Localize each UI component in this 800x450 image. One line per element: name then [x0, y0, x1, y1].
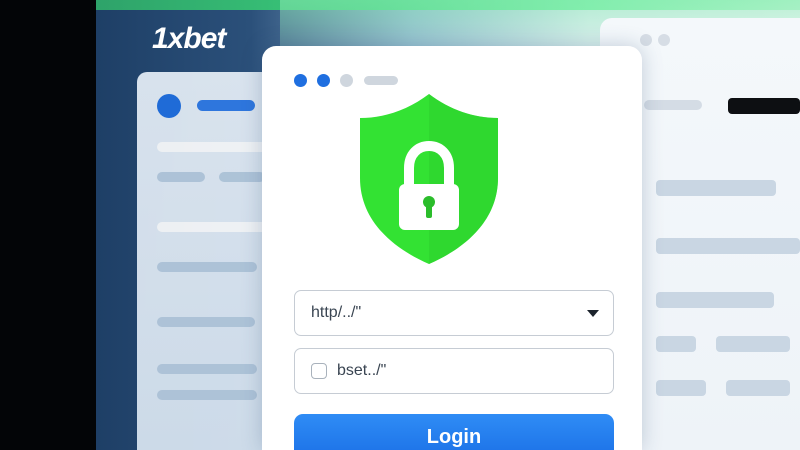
placeholder-dark-bar	[728, 98, 800, 114]
brand-logo: 1xbet	[152, 22, 226, 55]
username-field[interactable]: bset../"	[294, 348, 614, 394]
login-card: http/../" bset../" Login	[262, 46, 642, 450]
placeholder-line	[656, 292, 774, 308]
placeholder-line	[157, 317, 255, 327]
placeholder-line	[157, 390, 257, 400]
screen-bezel	[0, 0, 96, 450]
username-field-value: bset../"	[337, 362, 387, 379]
login-button[interactable]: Login	[294, 414, 614, 450]
url-select[interactable]: http/../"	[294, 290, 614, 336]
placeholder-line	[656, 238, 800, 254]
window-dot	[658, 34, 670, 46]
placeholder-line	[157, 142, 267, 152]
placeholder-line	[157, 222, 267, 232]
placeholder-line	[726, 380, 790, 396]
panel-title-placeholder	[197, 100, 255, 111]
window-title-placeholder	[364, 76, 398, 85]
security-shield-icon	[360, 94, 498, 264]
window-dot	[294, 74, 307, 87]
placeholder-line	[656, 336, 696, 352]
placeholder-line	[157, 172, 205, 182]
remember-checkbox[interactable]	[311, 363, 327, 379]
placeholder-line	[157, 262, 257, 272]
placeholder-line	[716, 336, 790, 352]
background-panel-left	[137, 72, 277, 450]
placeholder-line	[157, 364, 257, 374]
avatar	[157, 94, 181, 118]
placeholder-line	[219, 172, 265, 182]
placeholder-line	[656, 180, 776, 196]
window-dot	[317, 74, 330, 87]
window-dot	[640, 34, 652, 46]
window-dot	[340, 74, 353, 87]
chevron-down-icon[interactable]	[587, 310, 599, 317]
placeholder-line	[644, 100, 702, 110]
url-field-value: http/../"	[311, 304, 362, 321]
placeholder-line	[656, 380, 706, 396]
